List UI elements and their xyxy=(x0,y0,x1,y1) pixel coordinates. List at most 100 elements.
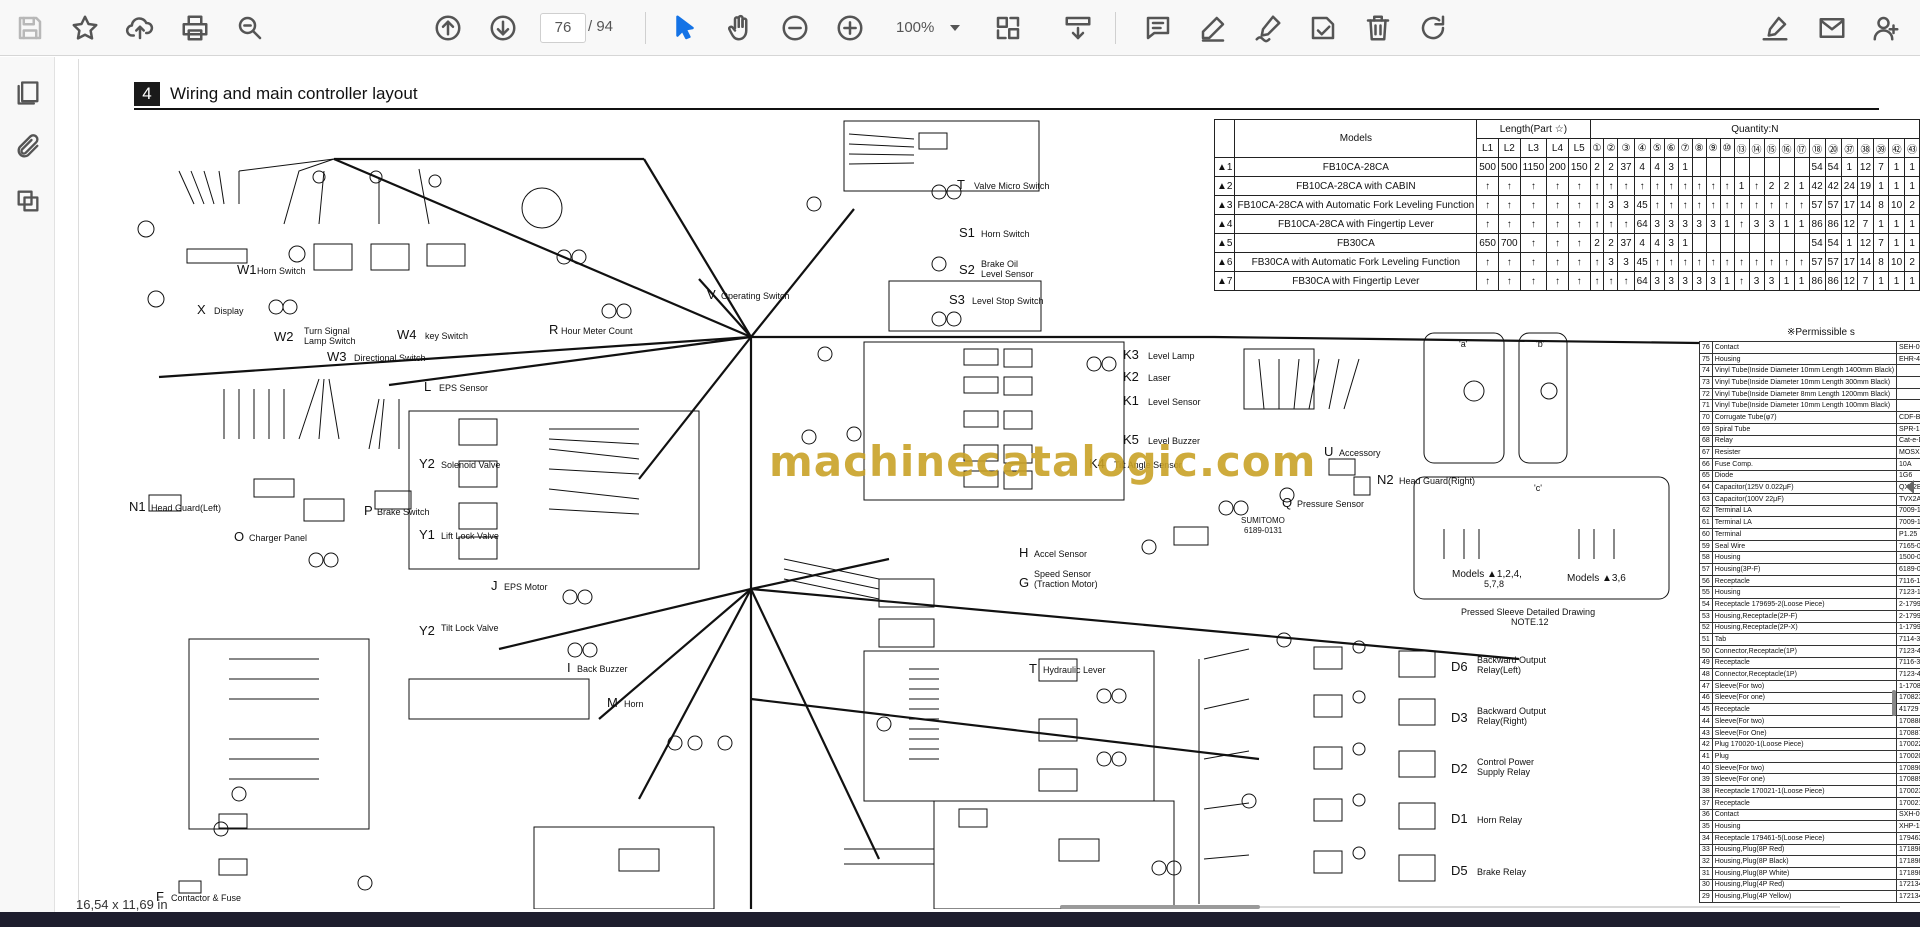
zoom-search-icon[interactable] xyxy=(230,8,270,48)
table-cell xyxy=(1691,233,1707,253)
table-cell: 59 xyxy=(1699,539,1713,553)
length-col-header: L3 xyxy=(1519,138,1548,158)
vertical-scrollbar[interactable] xyxy=(1892,690,1896,716)
svg-text:S3: S3 xyxy=(949,292,965,307)
table-cell: 1 xyxy=(1904,214,1920,234)
arrow-down-circle-icon[interactable] xyxy=(483,8,523,48)
table-row: ▲7 FB30CA with Fingertip Lever ↑ ↑ ↑ ↑ ↑ ↑ ↑ ↑ 64 3… xyxy=(1213,271,1920,291)
table-cell: Receptacle xyxy=(1711,656,1898,670)
table-cell: 3 xyxy=(1763,271,1780,291)
table-cell: 86 xyxy=(1808,214,1826,234)
table-cell: 3 xyxy=(1617,195,1635,215)
table-row: 32Housing,Plug(8P Black)171898-1 xyxy=(1699,855,1920,868)
pen-icon[interactable] xyxy=(1193,8,1233,48)
fit-page-icon[interactable] xyxy=(988,8,1028,48)
printer-icon[interactable] xyxy=(175,8,215,48)
svg-text:Display: Display xyxy=(214,306,244,316)
table-cell: ↑ xyxy=(1793,195,1810,215)
svg-text:key Switch: key Switch xyxy=(425,331,468,341)
table-row: 30Housing,Plug(4P Red)172134-9 xyxy=(1699,878,1920,892)
parts-list-body: 76ContactSEH-001G-P0.6Gilding75HousingEH… xyxy=(1699,341,1920,903)
table-cell: 34 xyxy=(1699,831,1713,845)
table-cell: Cat-e-DC48V-N xyxy=(1896,434,1920,448)
trash-icon[interactable] xyxy=(1358,8,1398,48)
save-icon[interactable] xyxy=(10,8,50,48)
horizontal-scrollbar[interactable] xyxy=(1060,905,1260,909)
table-cell: 72 xyxy=(1699,387,1713,401)
star-icon[interactable] xyxy=(65,8,105,48)
comment-icon[interactable] xyxy=(1138,8,1178,48)
table-cell: ↑ xyxy=(1677,252,1693,272)
table-cell: 4 xyxy=(1633,157,1651,177)
pages-icon[interactable] xyxy=(10,75,46,111)
table-cell: 42 xyxy=(1699,738,1713,752)
svg-text:Backward Output: Backward Output xyxy=(1477,655,1547,665)
left-sidebar xyxy=(0,57,55,912)
chevron-down-icon[interactable] xyxy=(950,25,960,31)
upload-cloud-icon[interactable] xyxy=(120,8,160,48)
table-cell: Vinyl Tube(Inside Diameter 10mm Length 1… xyxy=(1711,399,1898,413)
table-row: 37Receptacle170021-2Tinning xyxy=(1699,796,1920,810)
svg-text:S1: S1 xyxy=(959,225,975,240)
parts-note: ※Permissible s xyxy=(1787,327,1855,338)
table-cell xyxy=(1763,233,1780,253)
table-cell xyxy=(1705,233,1721,253)
table-cell: Sleeve(For two) xyxy=(1711,679,1898,693)
table-cell: 17 xyxy=(1840,252,1858,272)
table-cell: ↑ xyxy=(1589,214,1605,234)
table-row: 34Receptacle 179461-5(Loose Piece)179463… xyxy=(1699,831,1920,845)
plus-circle-icon[interactable] xyxy=(830,8,870,48)
stamp-icon[interactable] xyxy=(1303,8,1343,48)
scroll-mode-icon[interactable] xyxy=(1058,8,1098,48)
svg-text:Horn Switch: Horn Switch xyxy=(257,266,306,276)
sign-icon[interactable] xyxy=(1755,8,1795,48)
table-cell: CDF-B1071 xyxy=(1896,411,1920,424)
svg-text:D1: D1 xyxy=(1451,811,1468,826)
table-cell: ↑ xyxy=(1733,214,1750,234)
table-cell: ↑ xyxy=(1519,233,1548,253)
table-cell: 14 xyxy=(1856,252,1875,272)
draw-icon[interactable] xyxy=(1248,8,1288,48)
table-cell: Receptacle xyxy=(1711,703,1898,716)
email-icon[interactable] xyxy=(1812,8,1852,48)
table-cell: ▲2 xyxy=(1213,176,1236,196)
page-total-label: / 94 xyxy=(588,18,614,35)
table-cell: 1 xyxy=(1793,271,1810,291)
table-cell: 19 xyxy=(1856,176,1875,196)
minus-circle-icon[interactable] xyxy=(775,8,815,48)
table-cell: 171898-1 xyxy=(1896,855,1920,868)
table-cell: ↑ xyxy=(1546,233,1569,253)
page-number-input[interactable]: 76 xyxy=(540,13,586,43)
hand-icon[interactable] xyxy=(720,8,760,48)
pointer-icon[interactable] xyxy=(665,8,705,48)
table-cell: Sleeve(For two) xyxy=(1711,761,1898,775)
svg-text:D3: D3 xyxy=(1451,710,1468,725)
table-cell: 66 xyxy=(1699,457,1713,471)
table-row: 50Connector,Receptacle(1P)7123-4113-30 xyxy=(1699,644,1920,658)
pdf-viewer-app: 76 / 94 100% 4 Wiring and main controlle… xyxy=(0,0,1920,927)
rotate-icon[interactable] xyxy=(1413,8,1453,48)
quantity-col-header: ⑦ xyxy=(1677,138,1693,158)
quantity-col-header: ㊴ xyxy=(1873,138,1890,158)
paperclip-icon[interactable] xyxy=(10,129,46,165)
table-cell: 170020-2 xyxy=(1896,750,1920,763)
table-row: ▲1 FB10CA-28CA 500 500 1150 200 150 2 2 37 4 4 3 1 54 5… xyxy=(1213,157,1920,177)
user-icon[interactable] xyxy=(1866,8,1906,48)
table-row: 67ResisterMOSX1C103J(1W,1Ω) xyxy=(1699,446,1920,459)
table-cell: 73 xyxy=(1699,376,1713,389)
table-cell: 47 xyxy=(1699,679,1713,693)
table-cell: ↑ xyxy=(1546,214,1569,234)
quantity-col-header: ③ xyxy=(1617,138,1635,158)
collapse-right-panel-icon[interactable] xyxy=(1906,480,1914,494)
table-cell: 1 xyxy=(1888,176,1906,196)
table-cell: 86 xyxy=(1824,214,1842,234)
document-viewport[interactable]: 4 Wiring and main controller layout W1 H… xyxy=(56,57,1920,912)
table-cell: ↑ xyxy=(1677,176,1693,196)
layers-icon[interactable] xyxy=(10,183,46,219)
table-cell: 12 xyxy=(1856,233,1875,253)
table-cell: ↑ xyxy=(1519,271,1548,291)
arrow-up-circle-icon[interactable] xyxy=(428,8,468,48)
svg-text:6189-0131: 6189-0131 xyxy=(1244,526,1283,535)
table-cell: Receptacle xyxy=(1711,574,1898,588)
table-cell: 500 xyxy=(1497,157,1521,177)
